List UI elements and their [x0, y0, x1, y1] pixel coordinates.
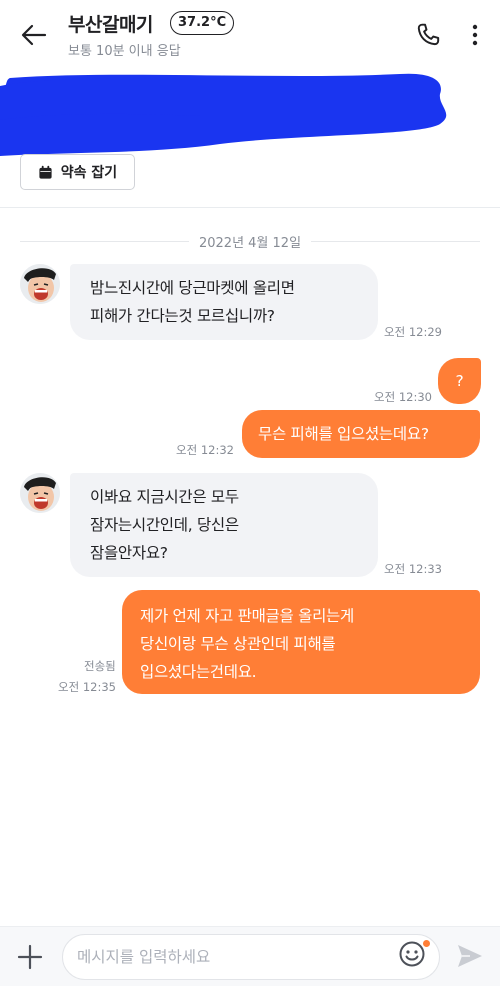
attach-button[interactable] — [14, 941, 46, 973]
message-bubble-incoming[interactable]: 밤느진시간에 당근마켓에 올리면 피해가 간다는것 모르십니까? — [70, 264, 378, 340]
message-line: 잠을안자요? — [90, 544, 168, 562]
message-line: 무슨 피해를 입으셨는데요? — [258, 425, 429, 443]
message-line: 입으셨다는건데요. — [140, 663, 257, 681]
message-time: 오전 12:30 — [374, 390, 432, 404]
emoji-icon — [399, 941, 425, 967]
phone-icon — [417, 23, 440, 46]
new-emoji-dot — [423, 940, 430, 947]
emoji-button[interactable] — [398, 940, 426, 968]
make-appointment-label: 약속 잡기 — [60, 165, 118, 181]
date-text: 2022년 4월 12일 — [198, 235, 302, 251]
arrow-left-icon — [21, 24, 47, 46]
message-time: 오전 12:32 — [176, 443, 234, 457]
message-bubble-outgoing[interactable]: ? — [438, 358, 481, 404]
send-button[interactable] — [452, 938, 488, 974]
message-line: 잠자는시간인데, 당신은 — [90, 516, 239, 534]
message-bubble-incoming[interactable]: 이봐요 지금시간은 모두 잠자는시간인데, 당신은 잠을안자요? — [70, 473, 378, 577]
message-line: 밤느진시간에 당근마켓에 올리면 — [90, 279, 295, 297]
chat-partner-name[interactable]: 부산갈매기 — [68, 10, 153, 37]
message-time: 오전 12:35 — [58, 680, 116, 694]
laughing-face-avatar-icon — [20, 473, 60, 513]
more-vertical-icon — [472, 24, 478, 46]
redaction-scribble — [0, 73, 447, 156]
date-divider: 2022년 4월 12일 — [20, 230, 481, 252]
call-button[interactable] — [410, 17, 446, 53]
message-line: 당신이랑 무슨 상관인데 피해를 — [140, 635, 336, 653]
message-line: 피해가 간다는것 모르십니까? — [90, 307, 275, 325]
message-time: 오전 12:33 — [384, 562, 442, 576]
message-time: 오전 12:29 — [384, 325, 442, 339]
response-time-text: 보통 10분 이내 응답 — [68, 44, 181, 59]
message-bubble-outgoing[interactable]: 제가 언제 자고 판매글을 올리는게 당신이랑 무슨 상관인데 피해를 입으셨다… — [122, 590, 480, 694]
partner-avatar[interactable] — [20, 473, 60, 513]
partner-avatar[interactable] — [20, 264, 60, 304]
plus-icon — [17, 944, 43, 970]
laughing-face-avatar-icon — [20, 264, 60, 304]
make-appointment-button[interactable]: 약속 잡기 — [20, 154, 135, 190]
chat-header: 부산갈매기 37.2°C 보통 10분 이내 응답 — [0, 0, 500, 66]
more-options-button[interactable] — [460, 17, 490, 53]
message-line: ? — [455, 372, 464, 390]
message-status: 전송됨 — [84, 659, 116, 673]
calendar-icon — [39, 165, 52, 179]
back-button[interactable] — [16, 17, 52, 53]
message-line: 제가 언제 자고 판매글을 올리는게 — [140, 607, 354, 625]
send-icon — [458, 945, 482, 967]
message-line: 이봐요 지금시간은 모두 — [90, 488, 239, 506]
message-bubble-outgoing[interactable]: 무슨 피해를 입으셨는데요? — [242, 410, 480, 458]
message-input-wrapper — [62, 934, 440, 980]
message-input[interactable] — [77, 935, 377, 979]
manner-temperature-badge[interactable]: 37.2°C — [170, 11, 235, 35]
